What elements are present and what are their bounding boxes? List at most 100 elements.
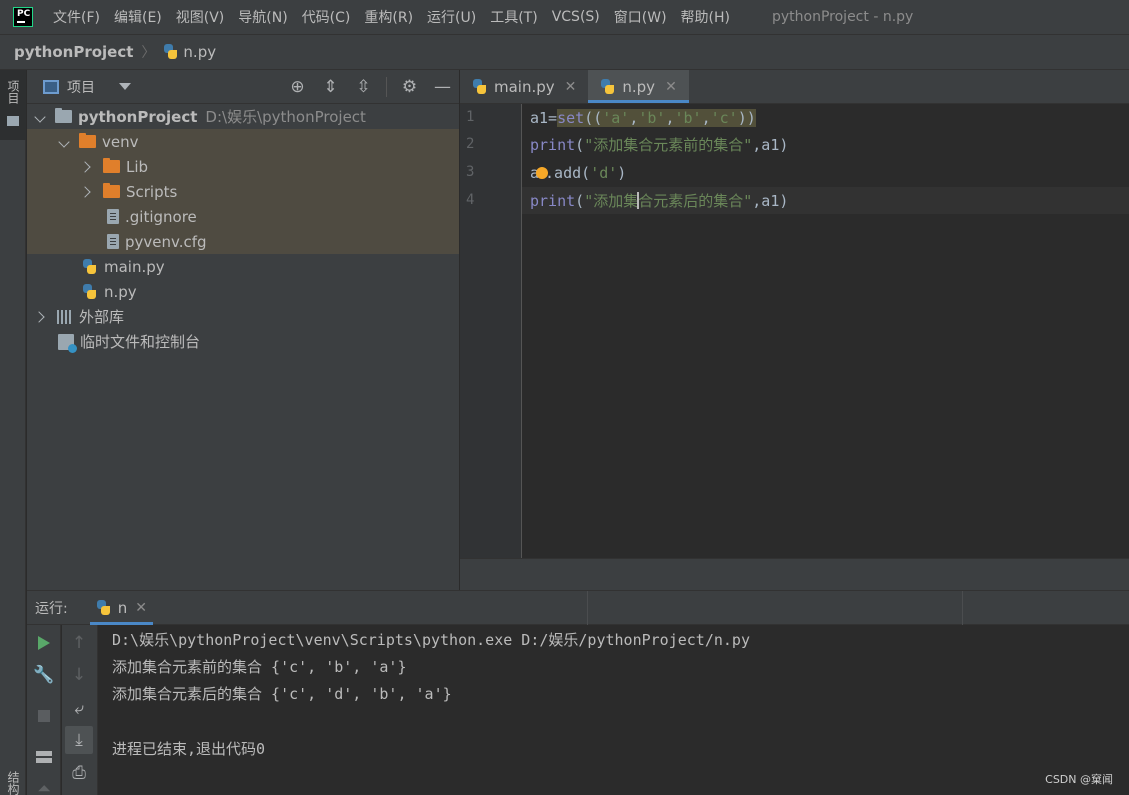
chevron-right-icon[interactable] xyxy=(81,161,93,173)
menu-refactor[interactable]: 重构(R) xyxy=(364,7,413,27)
gear-icon[interactable]: ⚙ xyxy=(393,77,426,97)
tree-item-n-py[interactable]: n.py xyxy=(27,279,459,304)
pin-tab-button[interactable]: ⏶ xyxy=(27,775,61,795)
line-number-gutter: 1 2 3 4 xyxy=(460,104,522,558)
edit-config-button[interactable]: 🔧 xyxy=(27,661,61,689)
layout-button[interactable] xyxy=(27,743,61,771)
tree-item-pyvenv-cfg[interactable]: pyvenv.cfg xyxy=(27,229,459,254)
tree-item-gitignore[interactable]: .gitignore xyxy=(27,204,459,229)
pycharm-logo-icon[interactable]: PC xyxy=(13,7,33,27)
tree-item-lib[interactable]: Lib xyxy=(27,154,459,179)
tree-item-main-py[interactable]: main.py xyxy=(27,254,459,279)
tab-label: n.py xyxy=(622,77,656,96)
excluded-folder-icon xyxy=(79,133,96,148)
excluded-folder-icon xyxy=(103,158,120,173)
python-file-icon xyxy=(163,44,179,60)
stop-button[interactable] xyxy=(27,702,61,730)
tree-item-path: D:\娱乐\pythonProject xyxy=(205,108,366,126)
chevron-right-icon[interactable] xyxy=(35,311,47,323)
watermark: CSDN @窠闻 xyxy=(1045,773,1113,786)
locate-icon[interactable]: ⊕ xyxy=(281,77,314,97)
print-button[interactable]: ⎙ xyxy=(62,759,96,787)
structure-tool-window-tab[interactable]: 结构 xyxy=(5,771,22,795)
tab-main-py[interactable]: main.py ✕ xyxy=(460,70,588,103)
stop-icon xyxy=(38,710,50,722)
breadcrumb-project[interactable]: pythonProject xyxy=(14,43,133,61)
tree-item-label: Scripts xyxy=(126,182,178,201)
project-panel-header: 项目 ⊕ ⇕ ⇳ ⚙ — xyxy=(27,70,459,104)
breadcrumb-file[interactable]: n.py xyxy=(163,43,216,61)
tree-item-pythonproject[interactable]: pythonProject D:\娱乐\pythonProject xyxy=(27,104,459,129)
line-number: 3 xyxy=(466,164,475,180)
menu-navigate[interactable]: 导航(N) xyxy=(238,7,287,27)
run-tab-label: n xyxy=(117,598,128,617)
wrap-icon: ⤶ xyxy=(74,699,84,719)
tab-n-py[interactable]: n.py ✕ xyxy=(588,70,690,103)
chevron-right-icon[interactable] xyxy=(81,186,93,198)
tree-item-label: 临时文件和控制台 xyxy=(80,333,201,351)
rerun-button[interactable] xyxy=(27,629,61,657)
console-line: D:\娱乐\pythonProject\venv\Scripts\python.… xyxy=(112,631,750,649)
library-icon xyxy=(57,309,73,324)
tree-item-label: venv xyxy=(102,132,139,151)
text-file-icon xyxy=(107,234,119,249)
tree-item-label: 外部库 xyxy=(79,308,125,326)
code-line-2: print("添加集合元素前的集合",a1) xyxy=(530,136,789,154)
tree-item-venv[interactable]: venv xyxy=(27,129,459,154)
collapse-all-icon[interactable]: ⇳ xyxy=(347,77,380,97)
tree-item-label: pythonProject xyxy=(78,107,198,126)
close-icon[interactable]: ✕ xyxy=(135,600,147,616)
code-line-1: a1=set(('a','b','b','c')) xyxy=(530,109,756,127)
left-tool-stripe: 项目 结构 xyxy=(0,70,26,795)
tab-label: main.py xyxy=(494,77,555,96)
chevron-down-icon[interactable] xyxy=(35,111,47,123)
hide-icon[interactable]: — xyxy=(426,77,459,97)
project-tool-window-tab[interactable]: 项目 xyxy=(0,70,26,140)
tree-item-label: pyvenv.cfg xyxy=(125,232,207,251)
toolbar-divider xyxy=(386,77,387,97)
menu-bar: PC 文件(F) 编辑(E) 视图(V) 导航(N) 代码(C) 重构(R) 运… xyxy=(0,0,1129,34)
menu-view[interactable]: 视图(V) xyxy=(176,7,225,27)
python-file-icon xyxy=(96,599,112,616)
python-file-icon xyxy=(472,78,488,95)
menu-help[interactable]: 帮助(H) xyxy=(681,7,730,27)
tree-item-label: main.py xyxy=(104,257,165,276)
folder-icon xyxy=(7,116,19,126)
python-file-icon xyxy=(82,258,98,275)
lightbulb-icon[interactable] xyxy=(536,167,549,179)
python-file-icon xyxy=(600,78,616,95)
close-icon[interactable]: ✕ xyxy=(665,79,677,95)
soft-wrap-button[interactable]: ⤶ xyxy=(62,695,96,723)
expand-all-icon[interactable]: ⇕ xyxy=(314,77,347,97)
menu-vcs[interactable]: VCS(S) xyxy=(552,9,600,25)
close-icon[interactable]: ✕ xyxy=(565,79,577,95)
menu-edit[interactable]: 编辑(E) xyxy=(114,7,162,27)
run-tab-n[interactable]: n ✕ xyxy=(89,590,154,625)
scroll-to-end-button[interactable]: ⤓ xyxy=(65,726,93,754)
tree-item-external-libraries[interactable]: 外部库 xyxy=(27,304,459,329)
editor-breadcrumb-bar xyxy=(460,558,1129,590)
project-panel-title[interactable]: 项目 xyxy=(67,77,95,97)
menu-window[interactable]: 窗口(W) xyxy=(614,7,667,27)
tree-item-scripts[interactable]: Scripts xyxy=(27,179,459,204)
menu-code[interactable]: 代码(C) xyxy=(302,7,351,27)
menu-run[interactable]: 运行(U) xyxy=(427,7,476,27)
tree-item-scratches[interactable]: 临时文件和控制台 xyxy=(27,329,459,354)
code-editor[interactable]: 1 2 3 4 a1=set(('a','b','b','c')) print(… xyxy=(460,104,1129,558)
console-line: 添加集合元素前的集合 {'c', 'b', 'a'} xyxy=(112,658,407,676)
next-output-button[interactable]: ↓ xyxy=(62,661,96,689)
run-panel-header: 运行: n ✕ xyxy=(27,590,1129,626)
scroll-to-end-icon: ⤓ xyxy=(75,730,83,750)
project-tool-label: 项目 xyxy=(6,80,20,104)
chevron-down-icon[interactable] xyxy=(59,136,71,148)
printer-icon: ⎙ xyxy=(72,763,86,783)
layout-icon xyxy=(36,751,52,763)
menu-file[interactable]: 文件(F) xyxy=(53,7,100,27)
ignored-file-icon xyxy=(107,209,119,224)
console-output[interactable]: D:\娱乐\pythonProject\venv\Scripts\python.… xyxy=(99,625,1129,795)
previous-output-button[interactable]: ↑ xyxy=(62,629,96,657)
chevron-down-icon[interactable] xyxy=(119,83,131,90)
breadcrumb-file-label: n.py xyxy=(183,43,217,61)
breadcrumb-separator: 〉 xyxy=(141,45,156,61)
menu-tools[interactable]: 工具(T) xyxy=(490,7,537,27)
